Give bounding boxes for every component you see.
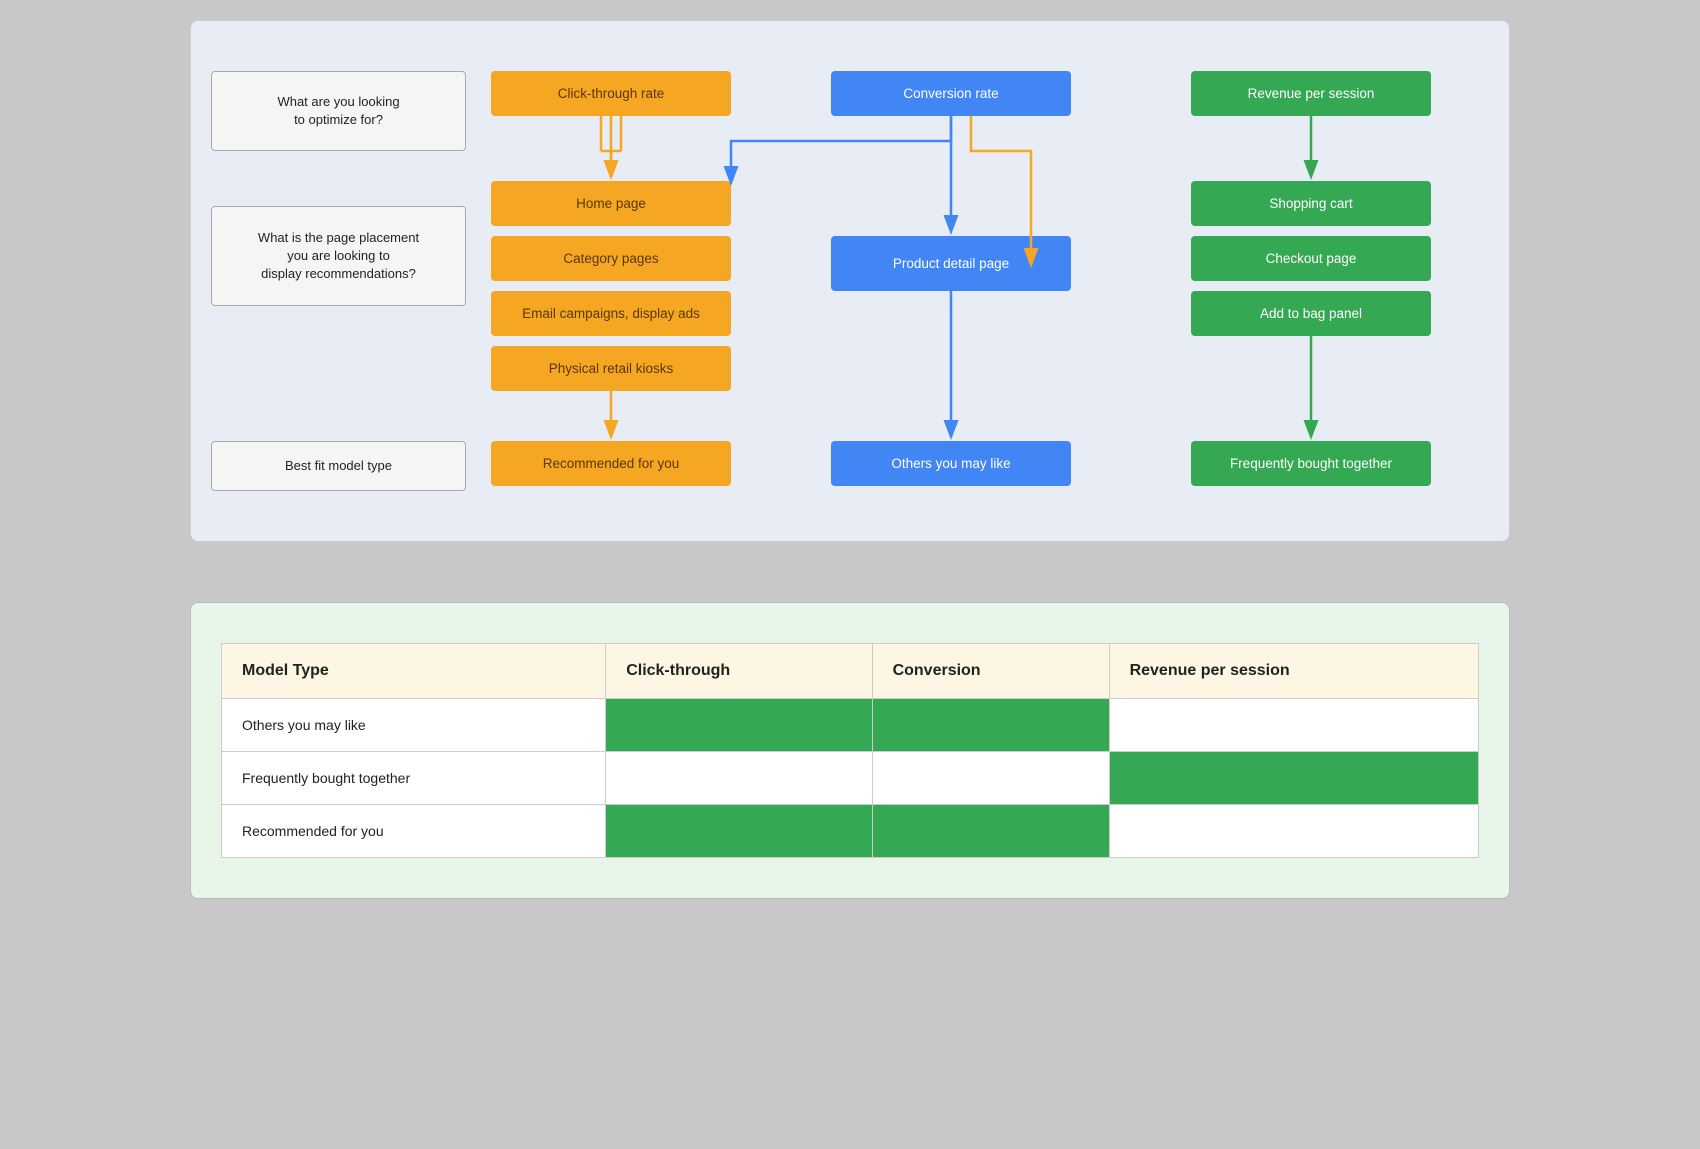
frequently-bought-box: Frequently bought together: [1191, 441, 1431, 486]
others-you-may-like-box: Others you may like: [831, 441, 1071, 486]
model-type-label-box: Best fit model type: [211, 441, 466, 491]
table-header-model-type: Model Type: [222, 644, 606, 699]
cell-click_through: [606, 699, 872, 752]
cell-conversion: [872, 752, 1109, 805]
shopping-cart-box: Shopping cart: [1191, 181, 1431, 226]
optimize-label-box: What are you looking to optimize for?: [211, 71, 466, 151]
recommended-for-you-box: Recommended for you: [491, 441, 731, 486]
add-to-bag-box: Add to bag panel: [1191, 291, 1431, 336]
placement-label: What is the page placement you are looki…: [211, 206, 466, 306]
click-through-rate-box: Click-through rate: [491, 71, 731, 116]
revenue-per-session-box: Revenue per session: [1191, 71, 1431, 116]
table-row: Frequently bought together: [222, 752, 1479, 805]
table-header-click-through: Click-through: [606, 644, 872, 699]
row-label: Recommended for you: [222, 805, 606, 858]
physical-retail-box: Physical retail kiosks: [491, 346, 731, 391]
cell-conversion: [872, 805, 1109, 858]
category-pages-box: Category pages: [491, 236, 731, 281]
cell-conversion: [872, 699, 1109, 752]
row-label: Others you may like: [222, 699, 606, 752]
conversion-rate-box: Conversion rate: [831, 71, 1071, 116]
cell-revenue: [1109, 752, 1478, 805]
model-table: Model Type Click-through Conversion Reve…: [221, 643, 1479, 858]
cell-revenue: [1109, 805, 1478, 858]
table-row: Recommended for you: [222, 805, 1479, 858]
table-row: Others you may like: [222, 699, 1479, 752]
checkout-page-box: Checkout page: [1191, 236, 1431, 281]
placement-label-box: What is the page placement you are looki…: [211, 206, 466, 306]
cell-click_through: [606, 752, 872, 805]
home-page-box: Home page: [491, 181, 731, 226]
product-detail-box: Product detail page: [831, 236, 1071, 291]
model-type-label: Best fit model type: [211, 441, 466, 491]
table-header-revenue: Revenue per session: [1109, 644, 1478, 699]
email-campaigns-box: Email campaigns, display ads: [491, 291, 731, 336]
cell-click_through: [606, 805, 872, 858]
optimize-label: What are you looking to optimize for?: [211, 71, 466, 151]
table-container: Model Type Click-through Conversion Reve…: [190, 602, 1510, 899]
table-header-conversion: Conversion: [872, 644, 1109, 699]
row-label: Frequently bought together: [222, 752, 606, 805]
diagram-container: What are you looking to optimize for? Wh…: [190, 20, 1510, 542]
cell-revenue: [1109, 699, 1478, 752]
